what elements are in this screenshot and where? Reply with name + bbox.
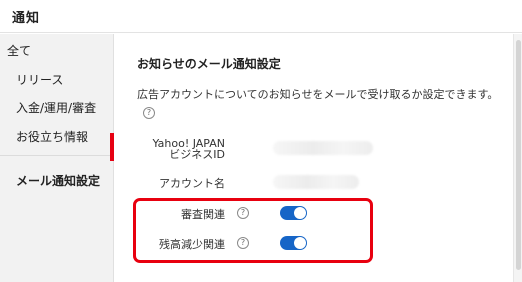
business-id-value — [273, 141, 373, 155]
scrollbar[interactable] — [513, 34, 522, 282]
sidebar-item-mail-settings[interactable]: メール通知設定 — [16, 172, 100, 189]
scrollbar-thumb[interactable] — [516, 40, 521, 270]
sidebar-divider — [0, 155, 114, 156]
sidebar-item-payment[interactable]: 入金/運用/審査 — [16, 99, 96, 116]
dialog-header: 通知 — [0, 0, 522, 33]
business-id-label-line2: ビジネスID — [169, 148, 225, 161]
page-title: お知らせのメール通知設定 — [137, 57, 281, 71]
sidebar-item-all[interactable]: 全て — [7, 42, 31, 59]
help-icon[interactable]: ? — [143, 107, 155, 119]
account-name-value — [273, 175, 359, 189]
sidebar-item-release[interactable]: リリース — [16, 71, 63, 88]
dialog-title: 通知 — [12, 11, 41, 26]
business-id-label: Yahoo! JAPAN ビジネスID — [145, 138, 225, 160]
selected-indicator — [110, 133, 114, 161]
account-name-label: アカウント名 — [159, 177, 225, 190]
sidebar-item-tips[interactable]: お役立ち情報 — [16, 128, 88, 145]
sidebar: 全て リリース 入金/運用/審査 お役立ち情報 メール通知設定 — [0, 34, 114, 282]
description-text: 広告アカウントについてのお知らせをメールで受け取るか設定できます。 — [137, 88, 499, 101]
highlight-annotation — [133, 198, 373, 263]
description: 広告アカウントについてのお知らせをメールで受け取るか設定できます。 ? — [137, 86, 507, 122]
